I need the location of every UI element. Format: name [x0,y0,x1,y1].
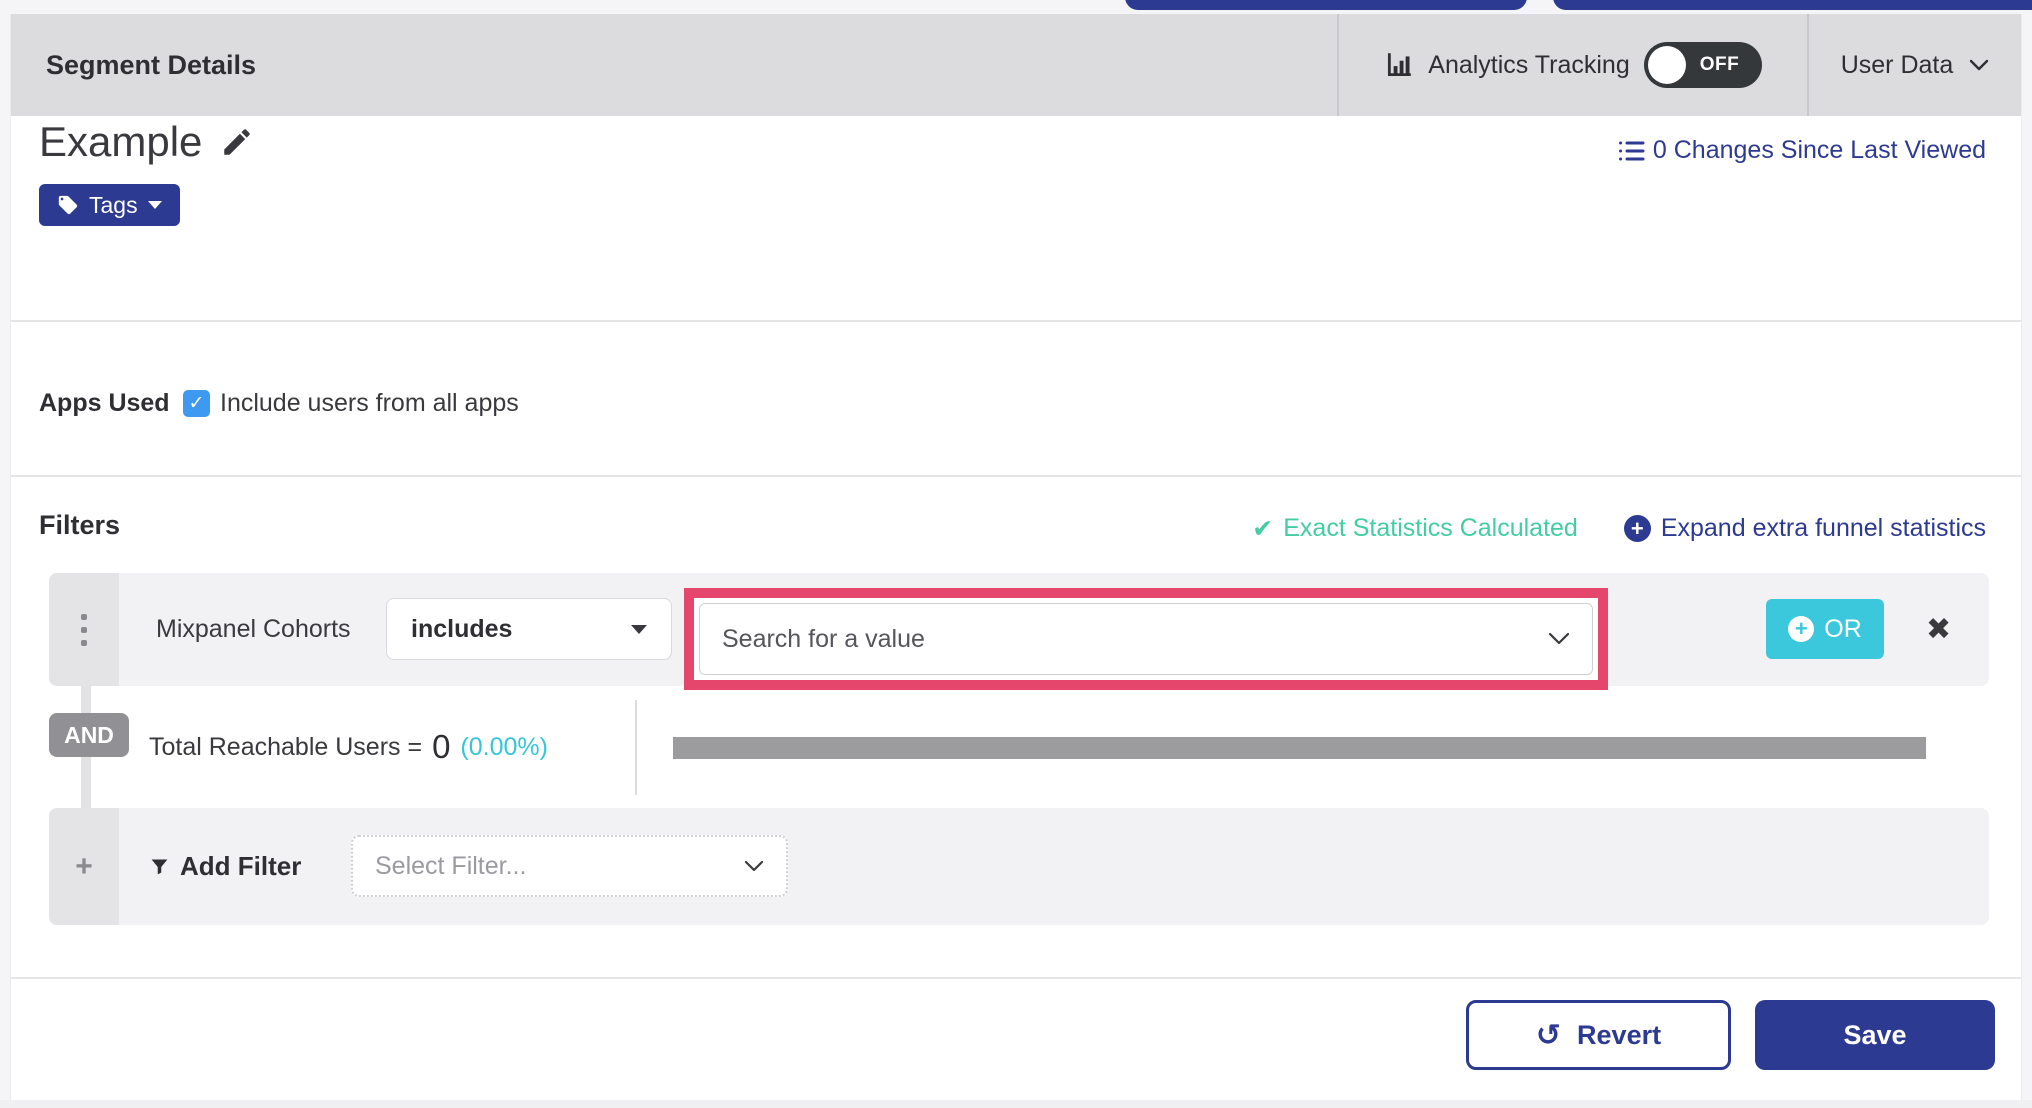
top-tab-left[interactable] [1125,0,1527,10]
remove-filter-button[interactable]: ✖ [1926,573,1951,686]
top-tab-right[interactable] [1553,0,2032,10]
expand-funnel-statistics-link[interactable]: + Expand extra funnel statistics [1623,514,1986,543]
panel-header: Segment Details Analytics Tracking OFF U… [11,14,2021,116]
add-filter-plus-handle[interactable]: + [49,808,119,925]
tags-button-label: Tags [89,191,138,218]
and-summary-row: AND Total Reachable Users = 0 (0.00%) [11,686,2021,808]
user-data-label: User Data [1840,50,1954,79]
chevron-down-icon [1548,632,1570,646]
operator-select[interactable]: includes [386,598,672,660]
filter-field-label: Mixpanel Cohorts [156,615,351,643]
reachable-users-label: Total Reachable Users = [149,732,423,761]
include-all-apps-label: Include users from all apps [220,388,519,417]
drag-dot [81,613,87,620]
segment-name: Example [39,118,203,165]
divider [11,475,2021,477]
divider [11,320,2021,322]
changes-since-last-viewed-link[interactable]: 0 Changes Since Last Viewed [1618,136,1986,165]
divider [635,700,637,795]
plus-circle-icon: + [1623,515,1651,542]
include-all-apps-checkbox[interactable]: ✓ [183,389,210,417]
drag-dot [81,639,87,646]
reachable-users-percent: (0.00%) [460,732,548,761]
value-select-placeholder: Search for a value [722,624,925,653]
drag-dot [81,626,87,633]
user-data-dropdown[interactable]: User Data [1807,14,2021,116]
drag-handle[interactable] [49,573,119,686]
add-filter-label: Add Filter [180,851,302,881]
add-filter-row: + Add Filter Select Filter... [49,808,1989,925]
chevron-down-icon [1969,59,1989,72]
bar-chart-icon [1384,50,1414,80]
chevron-down-icon [744,860,764,873]
operator-value: includes [411,614,513,643]
segment-details-panel: Segment Details Analytics Tracking OFF U… [10,14,2022,1108]
plus-circle-icon: + [1788,616,1815,642]
select-filter-placeholder: Select Filter... [375,851,527,880]
analytics-tracking-section: Analytics Tracking OFF [1337,14,1807,116]
filter-row: Mixpanel Cohorts includes Search for a v… [49,573,1989,690]
divider [11,977,2021,979]
funnel-icon [149,856,170,877]
list-icon [1618,139,1645,163]
or-button-label: OR [1824,614,1862,643]
check-icon: ✔ [1252,514,1274,543]
reachable-users-value: 0 [432,728,451,765]
caret-down-icon [631,624,647,634]
page-title: Segment Details [46,49,257,80]
select-filter-dropdown[interactable]: Select Filter... [351,835,788,897]
analytics-tracking-toggle[interactable]: OFF [1643,42,1762,88]
changes-link-label: 0 Changes Since Last Viewed [1652,136,1986,164]
reachable-users-progress-bar [673,737,1926,759]
value-search-select[interactable]: Search for a value [699,603,1593,675]
exact-statistics-status: ✔ Exact Statistics Calculated [1252,514,1578,543]
revert-button[interactable]: ↺ Revert [1466,1000,1731,1070]
apps-used-label: Apps Used [39,388,170,417]
exact-statistics-label: Exact Statistics Calculated [1283,514,1578,542]
top-tab-strip [0,0,2032,14]
and-badge: AND [49,713,129,757]
analytics-tracking-label: Analytics Tracking [1428,50,1630,79]
revert-icon: ↺ [1535,1017,1562,1053]
add-or-condition-button[interactable]: + OR [1766,599,1884,659]
toggle-state-label: OFF [1699,54,1740,75]
edit-pencil-icon[interactable] [220,125,254,159]
highlighted-region: Search for a value [684,588,1608,690]
expand-funnel-statistics-label: Expand extra funnel statistics [1660,514,1986,542]
toggle-knob [1647,46,1686,84]
caret-down-icon [147,201,162,209]
tag-icon [57,194,79,216]
filters-heading: Filters [39,510,121,540]
tags-button[interactable]: Tags [39,184,180,226]
save-button[interactable]: Save [1755,1000,1995,1070]
revert-button-label: Revert [1577,1019,1662,1050]
bottom-strip [0,1100,2032,1108]
